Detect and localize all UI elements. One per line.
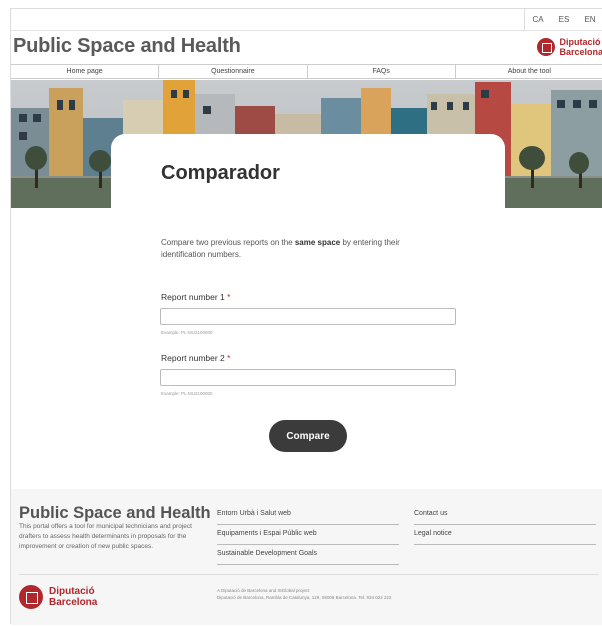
footer-link-equipaments[interactable]: Equipaments i Espai Públic web (217, 528, 399, 545)
report-1-input[interactable] (160, 308, 456, 325)
site-header: Public Space and Health Diputació Barcelo… (11, 31, 602, 64)
report-2-input[interactable] (160, 369, 456, 386)
nav-about[interactable]: About the tool (456, 65, 602, 78)
footer-link-contact[interactable]: Contact us (414, 508, 596, 525)
footer-divider (19, 574, 599, 575)
site-footer: Public Space and Health This portal offe… (11, 489, 602, 625)
nav-questionnaire[interactable]: Questionnaire (159, 65, 308, 78)
main-nav: Home page Questionnaire FAQs About the t… (11, 64, 602, 79)
footer-description: This portal offers a tool for municipal … (19, 523, 192, 550)
lang-en[interactable]: EN (577, 9, 602, 31)
footer-link-sdg[interactable]: Sustainable Development Goals (217, 548, 399, 565)
compare-button[interactable]: Compare (269, 420, 347, 452)
lang-es[interactable]: ES (551, 9, 577, 31)
footer-links-col1: Entorn Urbà i Salut web Equipaments i Es… (217, 508, 399, 568)
diputacio-emblem-icon (537, 38, 556, 56)
footer-title: Public Space and Health (19, 504, 211, 522)
language-bar: CA ES EN (11, 9, 602, 31)
comparator-card: Comparador Compare two previous reports … (111, 134, 505, 479)
language-switcher: CA ES EN (524, 9, 602, 31)
site-title[interactable]: Public Space and Health (13, 35, 241, 58)
footer-link-entorn[interactable]: Entorn Urbà i Salut web (217, 508, 399, 525)
footer-diputacio-logo[interactable]: Diputació Barcelona (19, 585, 97, 609)
nav-faqs[interactable]: FAQs (308, 65, 456, 78)
required-mark: * (227, 353, 231, 363)
footer-links-col2: Contact us Legal notice (414, 508, 596, 548)
required-mark: * (227, 292, 231, 302)
lang-ca[interactable]: CA (525, 9, 551, 31)
diputacio-emblem-icon (19, 585, 43, 609)
footer-logo-text: Diputació Barcelona (49, 586, 98, 608)
report-2-label: Report number 2 * (161, 353, 231, 363)
nav-home[interactable]: Home page (11, 65, 160, 78)
report-1-label: Report number 1 * (161, 292, 231, 302)
page-title: Comparador (161, 162, 280, 184)
report-1-help: Example: PL-MU2100000 (161, 330, 213, 335)
intro-text: Compare two previous reports on the same… (161, 238, 400, 259)
diputacio-logo-text: Diputació Barcelona (559, 37, 602, 57)
report-2-help: Example: PL-MU2100000 (161, 391, 213, 396)
diputacio-logo[interactable]: Diputació Barcelona (537, 37, 602, 57)
footer-link-legal[interactable]: Legal notice (414, 528, 596, 545)
page: CA ES EN Public Space and Health Diputac… (10, 8, 602, 625)
footer-credit: A Diputació de Barcelona and ISGlobal pr… (217, 588, 392, 600)
